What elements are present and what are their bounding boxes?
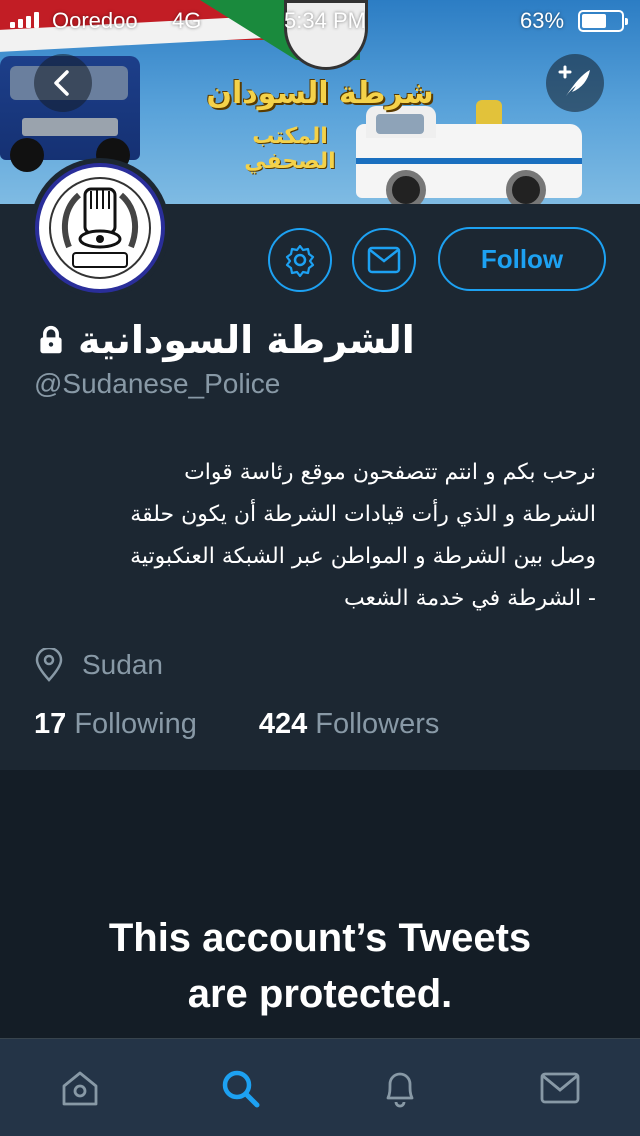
battery-icon [578,10,628,32]
bio-line: نرحب بكم و انتم تتصفحون موقع رئاسة قوات [184,460,596,485]
banner-title: شرطة السودان [206,76,434,111]
tab-search[interactable] [200,1048,280,1128]
follow-stats: 17 Following 424 Followers [34,708,439,741]
message-button[interactable] [352,228,416,292]
profile-avatar[interactable] [30,158,170,298]
compose-tweet-button[interactable] [546,54,604,112]
profile-bio: نرحب بكم و انتم تتصفحون موقع رئاسة قوات … [30,452,596,620]
search-icon [222,1070,260,1107]
protected-message-line: This account’s Tweets [108,916,532,960]
user-handle: @Sudanese_Police [34,368,281,399]
tab-messages[interactable] [520,1048,600,1128]
protected-message-line: are protected. [187,972,453,1016]
notifications-icon [386,1072,414,1107]
status-bar: Ooredoo 4G 5:34 PM 63% [0,0,640,40]
carrier-name: Ooredoo [52,8,138,33]
home-icon [62,1071,98,1105]
status-time: 5:34 PM [284,8,366,33]
tab-home[interactable] [40,1048,120,1128]
bio-line: وصل بين الشرطة و المواطن عبر الشبكة العن… [130,544,596,569]
location-pin-icon [35,648,63,682]
bio-line: الشرطة و الذي رأت قيادات الشرطة أن يكون … [130,502,596,527]
followers-label: Followers [315,708,440,740]
profile-location: Sudan [34,648,163,682]
envelope-icon [367,246,401,274]
network-type: 4G [172,8,202,33]
followers-count: 424 [258,708,308,740]
display-name: الشرطة السودانية [78,318,415,362]
lock-icon [40,325,62,354]
name-row: الشرطة السودانية [34,312,604,368]
messages-icon [540,1072,580,1103]
protected-notice: This account’s Tweets are protected. [0,770,640,1038]
compose-tweet-icon [558,65,590,96]
back-button[interactable] [34,54,92,112]
location-text: Sudan [82,649,163,680]
police-emblem-icon [49,177,151,279]
following-stat[interactable]: 17 Following [34,708,197,741]
protected-message: This account’s Tweets are protected. [40,910,600,1022]
police-emblem-avatar [35,163,165,293]
tab-notifications[interactable] [360,1048,440,1128]
bio-line: - الشرطة في خدمة الشعب [343,586,596,611]
chevron-left-icon [54,70,69,96]
banner-subtitle: المكتب الصحفي [244,124,336,174]
following-label: Following [74,708,197,740]
tab-bar [0,1038,640,1136]
police-truck-image [356,106,582,204]
follow-button[interactable]: Follow [438,227,606,291]
battery-level [582,14,606,28]
gear-icon [285,244,315,277]
battery-percent: 63% [520,8,565,33]
following-count: 17 [34,708,67,740]
signal-strength-icon [10,12,39,28]
settings-button[interactable] [268,228,332,292]
followers-stat[interactable]: 424 Followers [259,708,440,741]
